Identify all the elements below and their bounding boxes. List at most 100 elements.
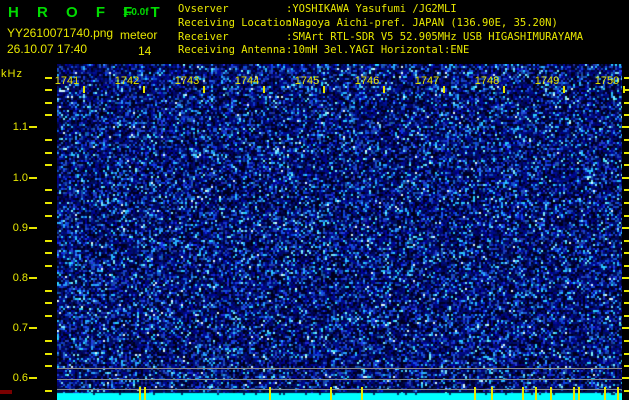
freq-minor-tick-right [624,101,629,104]
freq-tick-label: 0.6 [12,372,28,384]
freq-minor-tick-right [624,264,629,267]
freq-major-tick-right [622,277,629,279]
echo-marker [139,387,141,400]
echo-marker [604,387,606,400]
freq-minor-tick [45,302,52,305]
time-label: 1746 [354,75,380,87]
mode-label: meteor [120,28,158,42]
time-tick [623,86,625,93]
freq-minor-tick-right [624,314,629,317]
time-tick [443,86,445,93]
station-info: Ovserver :YOSHIKAWA Yasufumi /JG2MLI Rece… [178,3,583,58]
freq-minor-tick-right [624,365,629,368]
time-tick [263,86,265,93]
time-tick [503,86,505,93]
freq-minor-tick [45,390,52,393]
time-tick [143,86,145,93]
time-label: 1745 [294,75,320,87]
echo-marker [573,387,575,400]
info-value: :SMArt RTL-SDR V5 52.905MHz USB HIGASHIM… [286,30,584,43]
freq-minor-tick-right [624,239,629,242]
echo-marker [144,387,146,400]
info-row-antenna: Receiving Antenna:10mH 3el.YAGI Horizont… [178,44,583,58]
freq-axis-unit: kHz [1,68,23,80]
level-line [57,368,622,369]
freq-minor-tick [45,164,52,167]
time-tick [203,86,205,93]
level-line [57,379,622,380]
freq-minor-tick [45,252,52,255]
info-label: Receiving Location [178,16,292,29]
freq-minor-tick [45,239,52,242]
freq-minor-tick [45,101,52,104]
info-label: Receiver [178,30,229,43]
echo-marker [330,387,332,400]
freq-major-tick [29,377,37,379]
info-value: :Nagoya Aichi-pref. JAPAN (136.90E, 35.2… [286,16,558,29]
corner-red-patch [0,390,12,394]
app-version: 1.0.0f [123,7,149,18]
freq-minor-tick [45,264,52,267]
echo-marker [491,387,493,400]
info-label: Ovserver [178,3,229,15]
echo-marker [617,387,619,400]
level-line [57,389,622,390]
freq-tick-label: 0.9 [12,222,28,234]
freq-minor-tick-right [624,151,629,154]
freq-minor-tick-right [624,189,629,192]
freq-minor-tick-right [624,302,629,305]
freq-tick-label: 0.7 [12,322,28,334]
time-tick [383,86,385,93]
echo-marker [578,387,580,400]
echo-marker [269,387,271,400]
time-label: 1741 [54,75,80,87]
time-tick [323,86,325,93]
freq-minor-tick [45,114,52,117]
freq-minor-tick [45,189,52,192]
time-label: 1744 [234,75,260,87]
freq-major-tick-right [622,327,629,329]
freq-minor-tick-right [624,390,629,393]
time-label: 1749 [534,75,560,87]
info-value: :YOSHIKAWA Yasufumi /JG2MLI [286,3,457,15]
freq-minor-tick-right [624,352,629,355]
freq-minor-tick [45,340,52,343]
freq-minor-tick [45,365,52,368]
time-label: 1742 [114,75,140,87]
info-row-receiver: Receiver :SMArt RTL-SDR V5 52.905MHz USB … [178,31,583,45]
freq-major-tick-right [622,377,629,379]
time-tick [563,86,565,93]
freq-major-tick-right [622,227,629,229]
freq-minor-tick [45,352,52,355]
freq-major-tick [29,177,37,179]
echo-marker [550,387,552,400]
freq-minor-tick [45,76,52,79]
time-label: 1743 [174,75,200,87]
freq-minor-tick-right [624,164,629,167]
meteor-count: 14 [138,44,152,58]
freq-major-tick [29,126,37,128]
echo-marker [522,387,524,400]
info-value: :10mH 3el.YAGI Horizontal:ENE [286,44,470,57]
freq-minor-tick-right [624,76,629,79]
freq-minor-tick [45,214,52,217]
time-label: 1748 [474,75,500,87]
freq-minor-tick-right [624,252,629,255]
freq-tick-label: 1.0 [12,172,28,184]
info-row-observer: Ovserver :YOSHIKAWA Yasufumi /JG2MLI [178,3,583,17]
hrofft-window: H R O F F T 1.0.0f YY2610071740.png mete… [0,0,629,400]
freq-minor-tick-right [624,202,629,204]
freq-minor-tick [45,89,52,92]
echo-marker [474,387,476,400]
freq-tick-label: 1.1 [12,121,28,133]
freq-major-tick-right [622,126,629,128]
time-label: 1747 [414,75,440,87]
freq-minor-tick-right [624,289,629,292]
spectrogram-canvas [57,64,622,400]
freq-major-tick [29,327,37,329]
time-tick [83,86,85,93]
freq-minor-tick [45,289,52,292]
freq-minor-tick [45,151,52,154]
freq-minor-tick-right [624,340,629,343]
freq-minor-tick-right [624,214,629,217]
